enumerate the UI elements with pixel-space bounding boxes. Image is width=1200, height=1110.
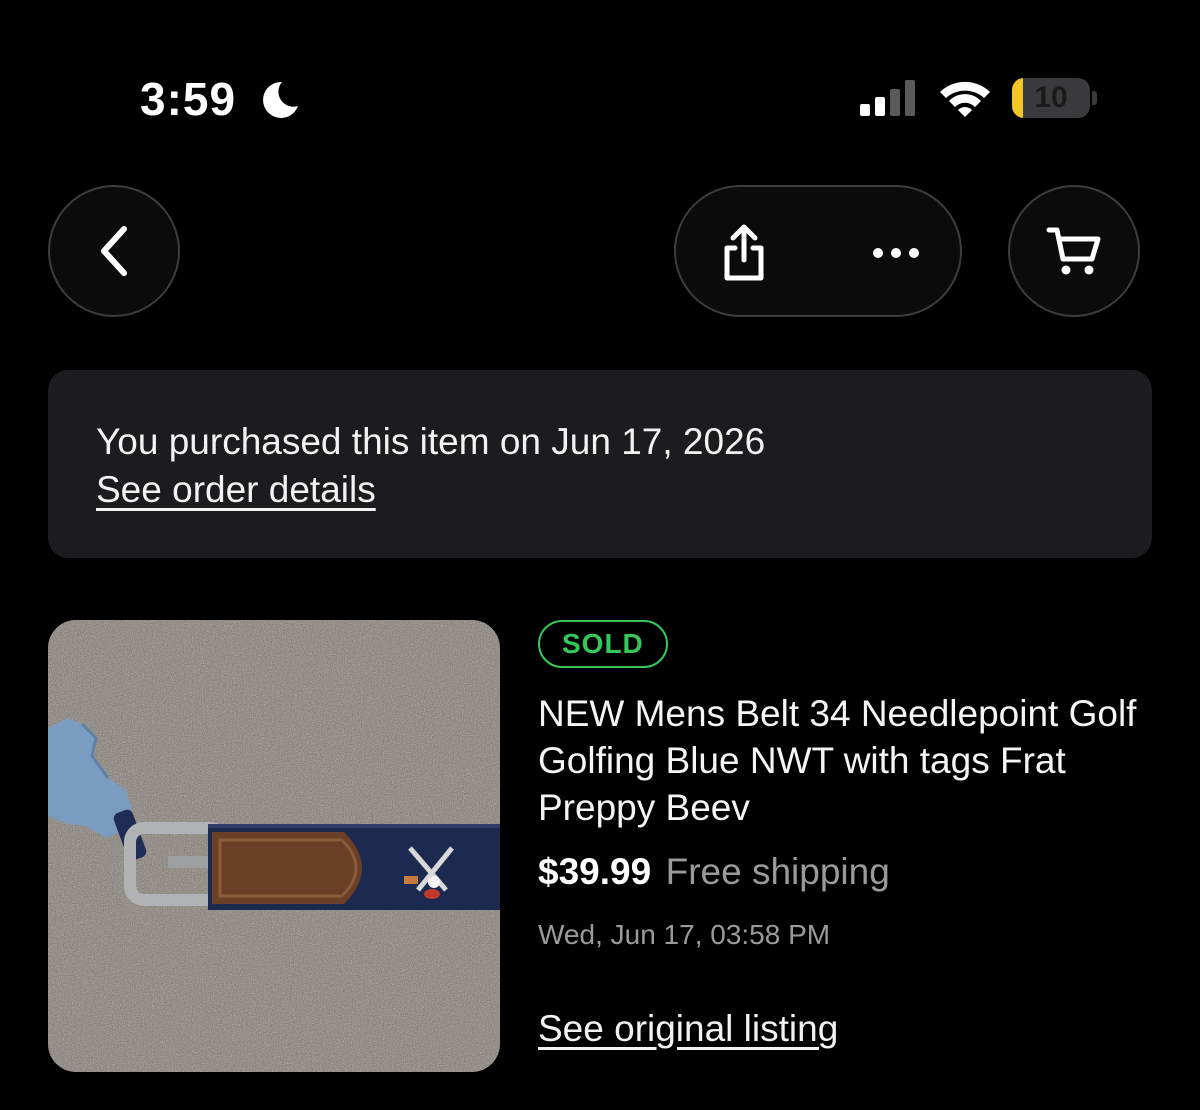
product-info: SOLD NEW Mens Belt 34 Needlepoint Golf G… — [538, 620, 1158, 1049]
chevron-left-icon — [101, 226, 127, 276]
see-order-details-link[interactable]: See order details — [96, 466, 376, 514]
cart-icon — [1046, 227, 1101, 275]
action-pill — [674, 185, 962, 317]
product-image[interactable] — [48, 620, 500, 1072]
shipping-info: Free shipping — [665, 851, 890, 892]
price-row: $39.99 Free shipping — [538, 851, 1158, 893]
status-badge: SOLD — [538, 620, 668, 668]
back-button[interactable] — [48, 185, 180, 317]
cart-button[interactable] — [1008, 185, 1140, 317]
moon-icon — [263, 81, 298, 118]
battery-indicator: 10 — [1012, 78, 1098, 118]
share-icon — [724, 224, 764, 281]
wifi-icon — [940, 81, 990, 117]
more-options-button[interactable] — [858, 215, 934, 291]
purchase-date-text: You purchased this item on Jun 17, 2026 — [96, 421, 766, 462]
battery-percent: 10 — [1034, 81, 1068, 114]
product-price: $39.99 — [538, 851, 652, 892]
product-title[interactable]: NEW Mens Belt 34 Needlepoint Golf Golfin… — [538, 690, 1158, 831]
more-horizontal-icon — [873, 248, 919, 258]
cellular-signal-icon — [860, 80, 915, 116]
share-button[interactable] — [706, 215, 782, 291]
purchase-timestamp: Wed, Jun 17, 03:58 PM — [538, 919, 831, 950]
purchase-banner: You purchased this item on Jun 17, 2026 … — [48, 370, 1152, 558]
see-original-listing-link[interactable]: See original listing — [538, 1008, 838, 1050]
belt-photo — [48, 620, 500, 1072]
status-time: 3:59 — [140, 73, 237, 125]
item-detail-screen: 3:59 10 You purchased this item on Jun 1… — [0, 0, 1200, 1110]
